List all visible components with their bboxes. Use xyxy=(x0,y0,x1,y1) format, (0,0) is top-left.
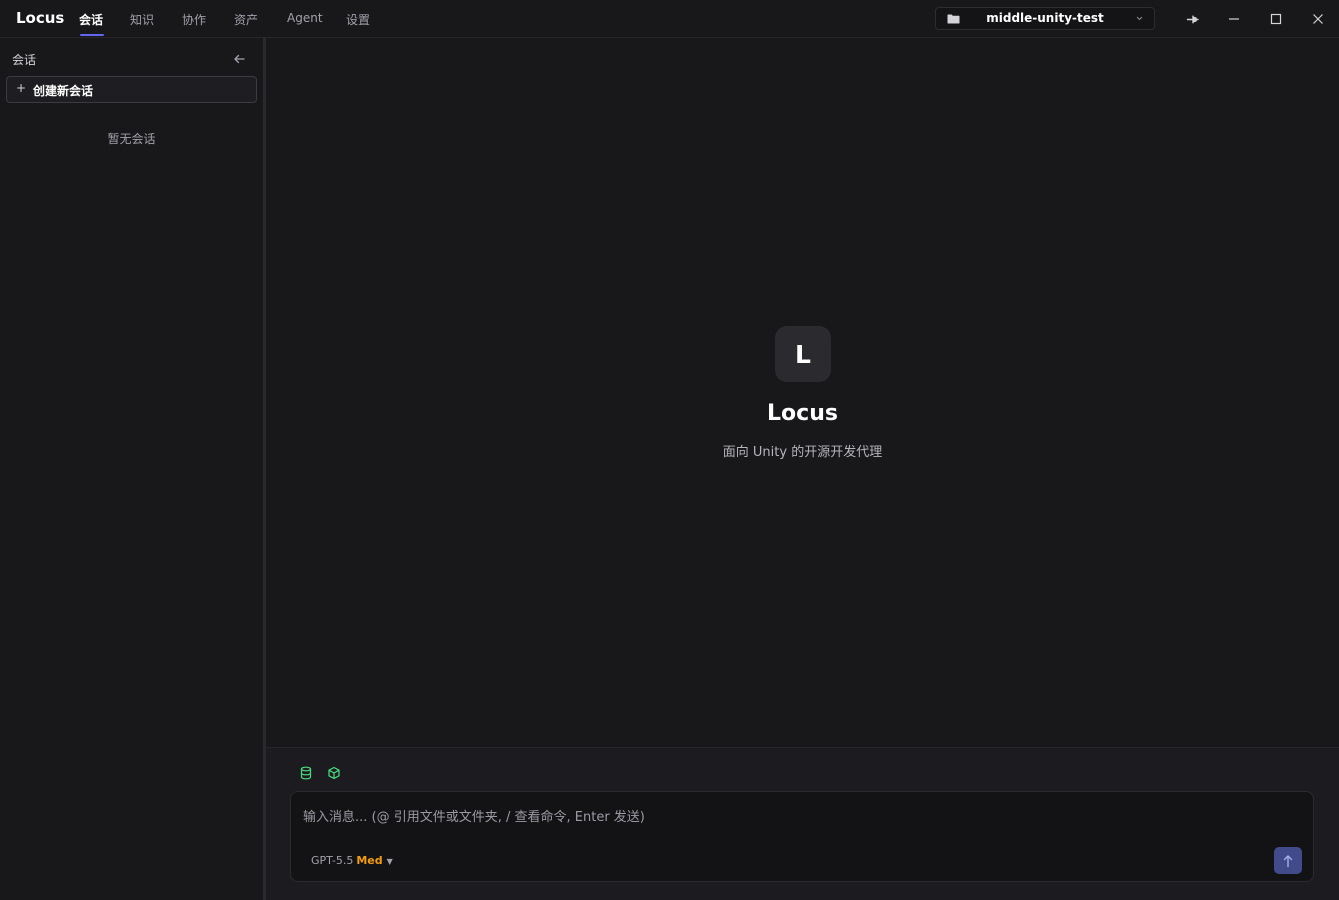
tab-assets[interactable]: 资产 xyxy=(234,11,258,28)
close-button[interactable] xyxy=(1307,8,1329,30)
tab-agent[interactable]: Agent xyxy=(287,11,323,25)
minimize-icon xyxy=(1229,18,1239,20)
arrow-left-icon xyxy=(234,54,245,64)
send-button[interactable] xyxy=(1274,847,1302,874)
hero-subtitle: 面向 Unity 的开源开发代理 xyxy=(722,445,883,460)
database-context-button[interactable] xyxy=(299,765,313,780)
caret-down-icon: ▼ xyxy=(386,857,393,866)
new-chat-button[interactable]: + 创建新会话 xyxy=(6,76,257,103)
sidebar-title: 会话 xyxy=(12,53,37,67)
pin-icon xyxy=(1186,15,1199,23)
maximize-icon xyxy=(1270,13,1282,25)
cube-context-button[interactable] xyxy=(327,765,341,780)
sessions-sidebar: 会话 + 创建新会话 暂无会话 xyxy=(0,38,263,900)
tab-knowledge[interactable]: 知识 xyxy=(130,11,154,28)
new-chat-label: 创建新会话 xyxy=(33,84,94,98)
minimize-button[interactable] xyxy=(1223,8,1245,30)
tab-collaboration[interactable]: 协作 xyxy=(182,11,206,28)
project-name: middle-unity-test xyxy=(986,11,1104,25)
message-input[interactable]: 输入消息... (@ 引用文件或文件夹, / 查看命令, Enter 发送) xyxy=(303,806,645,825)
arrow-up-icon xyxy=(1283,854,1293,867)
model-selector[interactable]: GPT-5.5 Med ▼ xyxy=(311,854,393,867)
logo-letter: L xyxy=(795,339,811,369)
message-composer: 输入消息... (@ 引用文件或文件夹, / 查看命令, Enter 发送) G… xyxy=(290,791,1314,882)
app-logo: L xyxy=(775,326,831,382)
pin-button[interactable] xyxy=(1181,8,1203,30)
hero-title: Locus xyxy=(767,401,838,426)
title-bar: Locus 会话 知识 协作 资产 Agent 设置 middle-unity-… xyxy=(0,0,1339,38)
cube-icon xyxy=(328,766,340,780)
active-tab-indicator xyxy=(80,34,104,36)
composer-area: 输入消息... (@ 引用文件或文件夹, / 查看命令, Enter 发送) G… xyxy=(266,747,1339,900)
app-name: Locus xyxy=(16,9,65,27)
collapse-sidebar-button[interactable] xyxy=(231,51,247,65)
tab-settings[interactable]: 设置 xyxy=(346,11,370,28)
project-selector[interactable]: middle-unity-test xyxy=(935,7,1155,30)
tab-sessions[interactable]: 会话 xyxy=(79,11,103,28)
database-icon xyxy=(300,766,312,780)
close-icon xyxy=(1313,14,1323,24)
chevron-down-icon xyxy=(1136,16,1143,21)
empty-sessions-text: 暂无会话 xyxy=(107,132,156,146)
model-name: GPT-5.5 xyxy=(311,854,354,867)
main-panel: L Locus 面向 Unity 的开源开发代理 xyxy=(266,38,1339,747)
reasoning-effort: Med xyxy=(356,854,383,867)
maximize-button[interactable] xyxy=(1265,8,1287,30)
plus-icon: + xyxy=(16,81,27,95)
